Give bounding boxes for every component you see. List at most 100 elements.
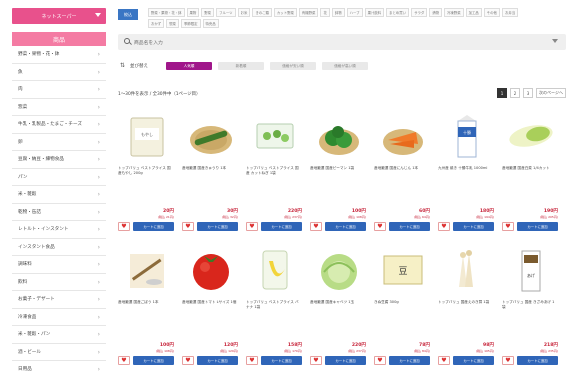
napa-cabbage-icon[interactable] — [502, 112, 560, 160]
filter-tag[interactable]: お弁当 — [501, 8, 519, 17]
product-card[interactable]: 豆きぬ豆腐 300g 78円 (税込 84円) ♥ カートに追加 — [374, 246, 432, 376]
add-to-cart-button[interactable]: カートに追加 — [261, 222, 302, 231]
cut-green-onion-icon[interactable] — [246, 112, 304, 160]
sidebar-category-item[interactable]: 野菜・果物・花・鉢 › — [12, 46, 106, 64]
heart-icon[interactable]: ♥ — [246, 222, 258, 231]
add-to-cart-button[interactable]: カートに追加 — [453, 356, 494, 365]
product-card[interactable]: もやし トップバリュ ベストプライス 国産もやし 200g 20円 (税込 21円) ♥… — [118, 112, 176, 242]
filter-tag[interactable]: 果汁飲料 — [364, 8, 385, 17]
filter-tag[interactable]: 季節限定 — [180, 19, 201, 28]
product-card[interactable]: トップバリュ ベストプライス 国産 カットねぎ 1袋 220円 (税込 237円) ♥… — [246, 112, 304, 242]
enoki-mushroom-icon[interactable] — [438, 246, 496, 294]
heart-icon[interactable]: ♥ — [438, 222, 450, 231]
filter-tag[interactable]: ハーブ — [346, 8, 363, 17]
heart-icon[interactable]: ♥ — [438, 356, 450, 365]
product-name[interactable]: トップバリュ ベストプライス 国産 カットねぎ 1袋 — [246, 166, 302, 184]
heart-icon[interactable]: ♥ — [182, 222, 194, 231]
product-name[interactable]: トップバリュ ベストプライス 国産もやし 200g — [118, 166, 174, 184]
product-name[interactable]: 産地厳選 国産キャベツ 1玉 — [310, 300, 366, 318]
add-to-cart-button[interactable]: カートに追加 — [197, 356, 238, 365]
filter-tag[interactable]: 花 — [320, 8, 330, 17]
heart-icon[interactable]: ♥ — [310, 222, 322, 231]
product-card[interactable]: 産地厳選 国産ピーマン 1袋 100円 (税込 108円) ♥ カートに追加 — [310, 112, 368, 242]
filter-tag[interactable]: フルーツ — [216, 8, 236, 17]
filter-tag[interactable]: 有機野菜 — [298, 8, 319, 17]
sidebar-category-item[interactable]: 卵 › — [12, 134, 106, 151]
milk-carton-icon[interactable]: 十勝 — [438, 112, 496, 160]
add-to-cart-button[interactable]: カートに追加 — [133, 222, 174, 231]
add-to-cart-button[interactable]: カートに追加 — [517, 222, 558, 231]
fried-tofu-icon[interactable]: あげ — [502, 246, 560, 294]
sort-option-popular[interactable]: 人気順 — [166, 62, 212, 70]
filter-tag[interactable]: おかず — [148, 19, 165, 28]
product-name[interactable]: 産地厳選 国産にんじん 1本 — [374, 166, 430, 184]
sidebar-category-item[interactable]: 飲料 › — [12, 274, 106, 291]
page-3[interactable]: 3 — [523, 88, 533, 98]
tofu-icon[interactable]: 豆 — [374, 246, 432, 294]
sidebar-category-item[interactable]: パン › — [12, 169, 106, 186]
sidebar-category-item[interactable]: 米・雑穀・パン › — [12, 326, 106, 344]
product-name[interactable]: 産地厳選 国産ごぼう 1本 — [118, 300, 174, 318]
heart-icon[interactable]: ♥ — [502, 222, 514, 231]
sidebar-category-item[interactable]: 乾物・缶詰 › — [12, 204, 106, 221]
sidebar-category-item[interactable]: 豆腐・納豆・練物食品 › — [12, 151, 106, 169]
sidebar-category-item[interactable]: 日用品 › — [12, 361, 106, 376]
sort-option-price-high[interactable]: 価格が高い順 — [322, 62, 368, 70]
product-name[interactable]: トップバリュ ベストプライス バナナ 1袋 — [246, 300, 302, 318]
add-to-cart-button[interactable]: カートに追加 — [325, 356, 366, 365]
product-card[interactable]: 産地厳選 国産トマト Lサイズ 1個 120円 (税込 129円) ♥ カートに追加 — [182, 246, 240, 376]
product-card[interactable]: 産地厳選 国産キャベツ 1玉 220円 (税込 237円) ♥ カートに追加 — [310, 246, 368, 376]
product-card[interactable]: トップバリュ ベストプライス バナナ 1袋 158円 (税込 170円) ♥ カートに追… — [246, 246, 304, 376]
heart-icon[interactable]: ♥ — [246, 356, 258, 365]
filter-tag[interactable]: 冷凍野菜 — [444, 8, 464, 17]
sort-option-price-low[interactable]: 価格が安い順 — [270, 62, 316, 70]
heart-icon[interactable]: ♥ — [502, 356, 514, 365]
product-card[interactable]: トップバリュ 国産えのき茸 1袋 98円 (税込 105円) ♥ カートに追加 — [438, 246, 496, 376]
product-name[interactable]: 産地厳選 国産ピーマン 1袋 — [310, 166, 366, 184]
burdock-icon[interactable] — [118, 246, 176, 294]
carrot-icon[interactable] — [374, 112, 432, 160]
next-page-button[interactable]: 次のページへ — [536, 88, 566, 98]
filter-tag[interactable]: 加工品 — [465, 8, 482, 17]
filter-tag[interactable]: 野菜・果物・花・鉢 — [148, 8, 185, 17]
product-name[interactable]: トップバリュ 国産 きざみあげ 1袋 — [502, 300, 558, 318]
sidebar-category-item[interactable]: レトルト・インスタント › — [12, 221, 106, 239]
heart-icon[interactable]: ♥ — [118, 356, 130, 365]
sidebar-category-item[interactable]: 魚 › — [12, 64, 106, 81]
sidebar-category-item[interactable]: 冷凍食品 › — [12, 309, 106, 326]
product-card[interactable]: 産地厳選 国産きゅうり 1本 30円 (税込 32円) ♥ カートに追加 — [182, 112, 240, 242]
cabbage-icon[interactable] — [310, 246, 368, 294]
add-to-cart-button[interactable]: カートに追加 — [325, 222, 366, 231]
sidebar-category-item[interactable]: 肉 › — [12, 81, 106, 99]
add-to-cart-button[interactable]: カートに追加 — [389, 222, 430, 231]
filter-tag[interactable]: カット野菜 — [273, 8, 297, 17]
product-card[interactable]: 産地厳選 国産ごぼう 1本 100円 (税込 108円) ♥ カートに追加 — [118, 246, 176, 376]
add-to-cart-button[interactable]: カートに追加 — [389, 356, 430, 365]
sidebar-category-item[interactable]: 惣菜 › — [12, 99, 106, 116]
product-name[interactable]: トップバリュ 国産えのき茸 1袋 — [438, 300, 494, 318]
sidebar-category-item[interactable]: 米・雑穀 › — [12, 186, 106, 204]
heart-icon[interactable]: ♥ — [374, 222, 386, 231]
sidebar-category-item[interactable]: インスタント食品 › — [12, 239, 106, 256]
sidebar-category-item[interactable]: お菓子・デザート › — [12, 291, 106, 309]
filter-tag[interactable]: 漬物 — [429, 8, 443, 17]
sidebar-category-item[interactable]: 牛乳・乳製品・たまご・チーズ › — [12, 116, 106, 134]
add-to-cart-button[interactable]: カートに追加 — [133, 356, 174, 365]
heart-icon[interactable]: ♥ — [182, 356, 194, 365]
filter-tag[interactable]: 野菜 — [201, 8, 215, 17]
product-name[interactable]: 産地厳選 国産トマト Lサイズ 1個 — [182, 300, 238, 318]
heart-icon[interactable]: ♥ — [374, 356, 386, 365]
sidebar-category-item[interactable]: 調味料 › — [12, 256, 106, 274]
filter-tag-button[interactable]: 絞込 — [118, 9, 138, 20]
product-name[interactable]: 産地厳選 国産きゅうり 1本 — [182, 166, 238, 184]
banana-icon[interactable] — [246, 246, 304, 294]
page-1[interactable]: 1 — [497, 88, 507, 98]
sidebar-category-item[interactable]: 酒・ビール › — [12, 344, 106, 361]
filter-tag[interactable]: 果物 — [186, 8, 200, 17]
cucumber-icon[interactable] — [182, 112, 240, 160]
green-pepper-icon[interactable] — [310, 112, 368, 160]
product-card[interactable]: 十勝 九州産 焼き 十勝牛乳 1000ml 180円 (税込 194円) ♥ カートに追加 — [438, 112, 496, 242]
chevron-down-icon[interactable] — [552, 39, 558, 43]
filter-tag[interactable]: 特売品 — [202, 19, 219, 28]
store-select-button[interactable]: ネットスーパー — [12, 8, 106, 24]
